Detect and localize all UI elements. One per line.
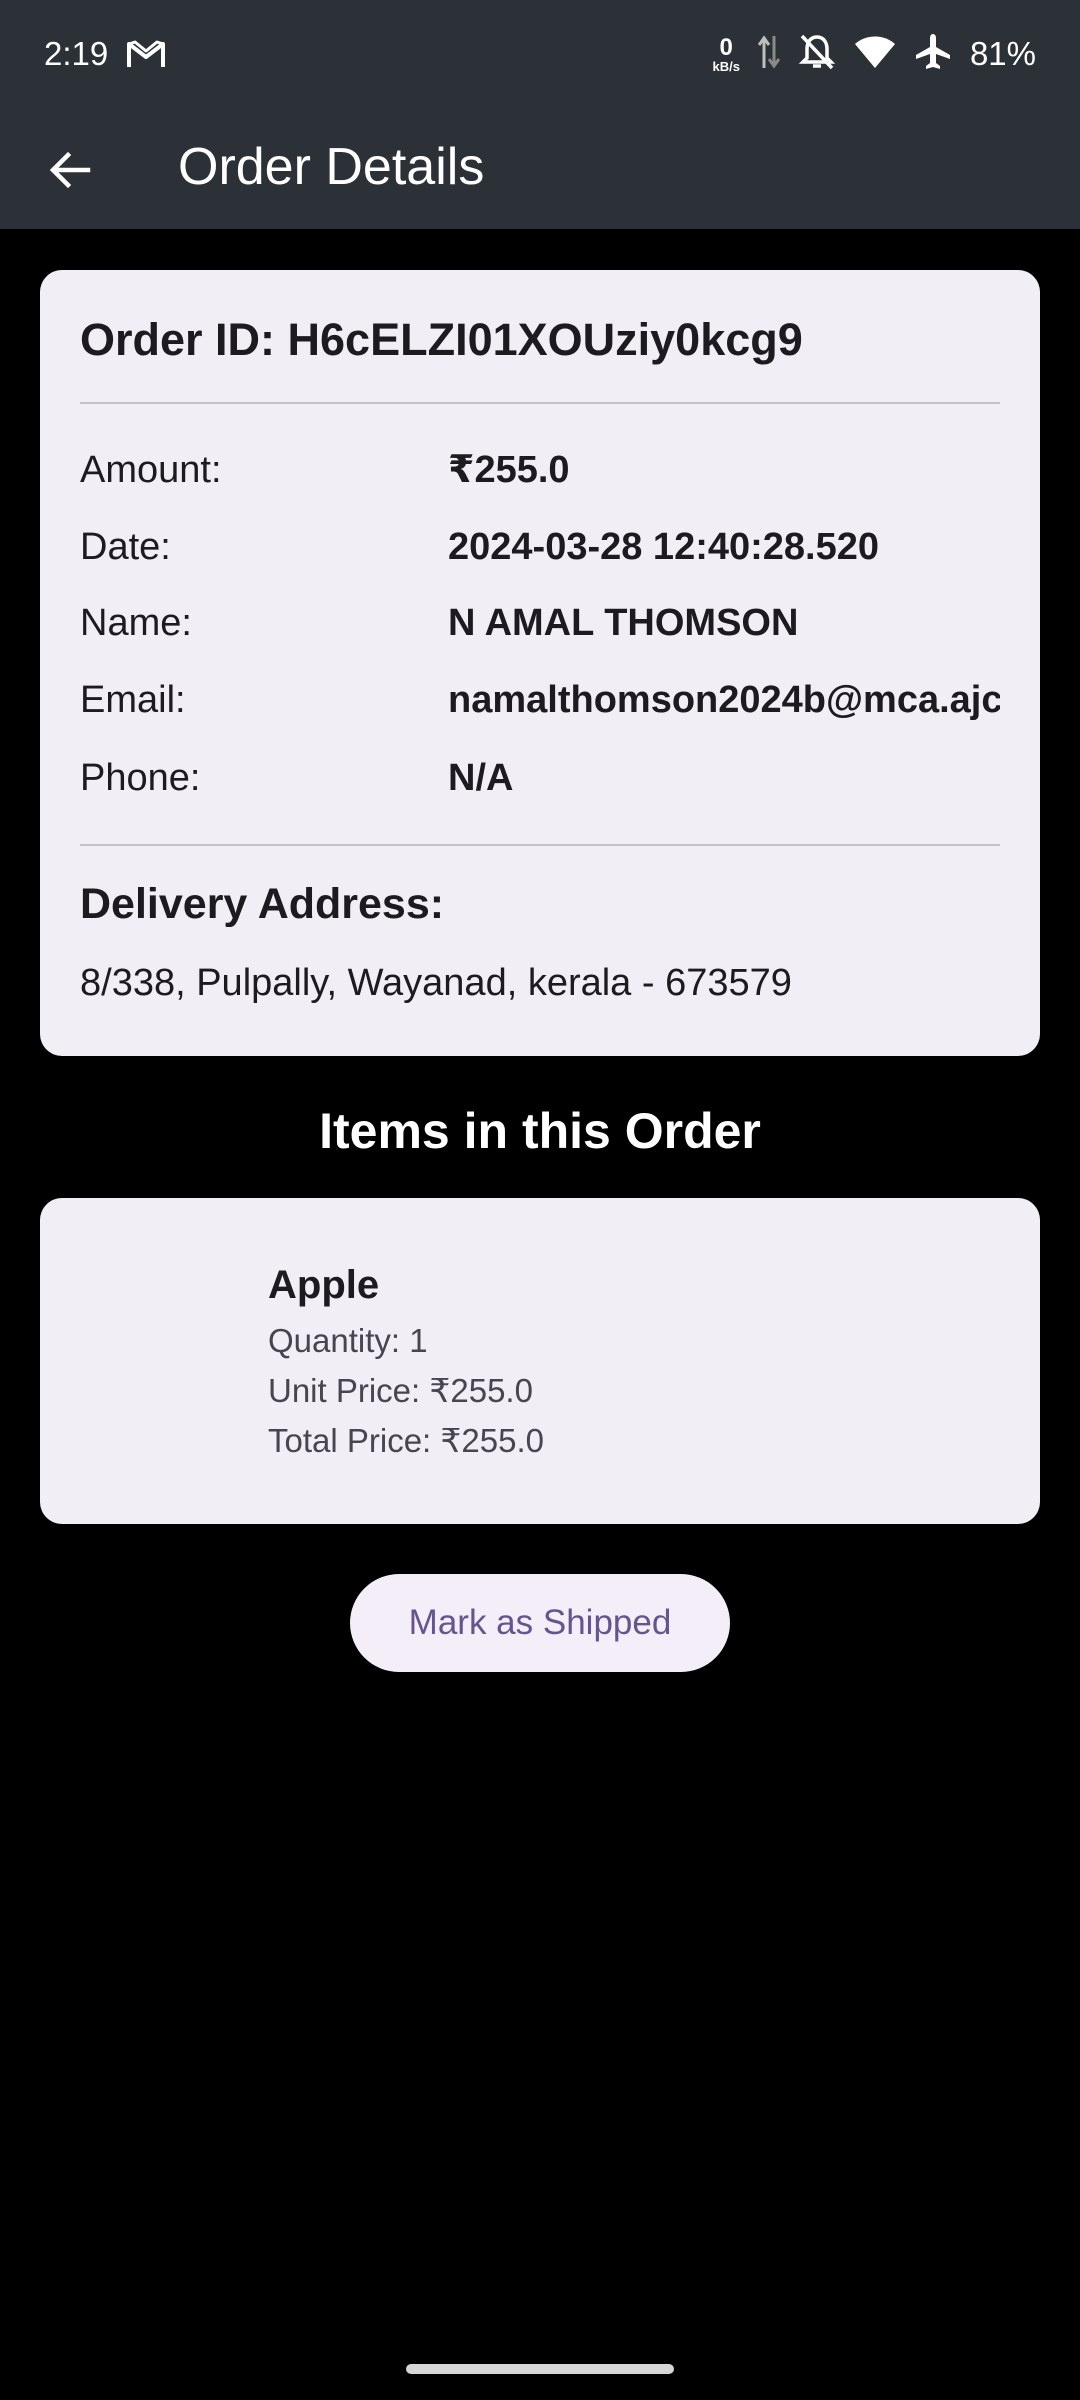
status-bar: 2:19 0 kB/s 81% (0, 0, 1080, 108)
name-row: Name: N AMAL THOMSON (80, 593, 1000, 653)
notifications-off-icon (798, 32, 836, 77)
date-row: Date: 2024-03-28 12:40:28.520 (80, 517, 1000, 577)
network-speed-unit: kB/s (712, 58, 740, 74)
phone-row: Phone: N/A (80, 748, 1000, 808)
data-arrows-icon (757, 32, 781, 77)
delivery-address: 8/338, Pulpally, Wayanad, kerala - 67357… (80, 962, 792, 1004)
wifi-icon (854, 34, 896, 75)
top-app-area: 2:19 0 kB/s 81% Order Details (0, 0, 1080, 229)
item-quantity: Quantity: 1 (268, 1322, 428, 1359)
battery-percentage: 81% (969, 35, 1036, 72)
date-value: 2024-03-28 12:40:28.520 (448, 526, 880, 568)
order-id: Order ID: H6cELZI01XOUziy0kcg9 (80, 314, 803, 365)
back-button[interactable] (30, 130, 110, 210)
gmail-icon (126, 38, 166, 70)
delivery-address-heading: Delivery Address: (80, 880, 445, 928)
items-section-heading: Items in this Order (319, 1103, 761, 1159)
airplane-icon (914, 32, 952, 77)
item-name: Apple (268, 1263, 380, 1307)
home-indicator[interactable] (406, 2364, 674, 2374)
amount-value: ₹255.0 (448, 449, 570, 491)
email-row: Email: namalthomson2024b@mca.ajce.in (80, 670, 1000, 730)
amount-row: Amount: ₹255.0 (80, 440, 1000, 500)
mark-as-shipped-button[interactable]: Mark as Shipped (350, 1574, 730, 1672)
arrow-back-icon (49, 151, 91, 189)
order-item-card: Apple Quantity: 1 Unit Price: ₹255.0 Tot… (40, 1198, 1040, 1524)
divider (80, 844, 1000, 846)
name-value: N AMAL THOMSON (448, 602, 799, 644)
item-unit-price: Unit Price: ₹255.0 (268, 1372, 533, 1409)
phone-value: N/A (448, 757, 514, 799)
order-info-card: Order ID: H6cELZI01XOUziy0kcg9 Amount: ₹… (40, 270, 1040, 1056)
status-icons: 0 kB/s 81% (712, 30, 1036, 78)
network-speed: 0 kB/s (712, 33, 740, 74)
divider (80, 402, 1000, 404)
network-speed-value: 0 (719, 33, 733, 61)
name-label: Name: (80, 602, 192, 644)
email-label: Email: (80, 679, 186, 721)
item-total-price: Total Price: ₹255.0 (268, 1422, 544, 1459)
app-bar: Order Details (0, 108, 1080, 229)
status-time: 2:19 (44, 35, 109, 72)
email-value: namalthomson2024b@mca.ajce.in (448, 679, 1000, 721)
phone-label: Phone: (80, 757, 201, 799)
date-label: Date: (80, 526, 171, 568)
amount-label: Amount: (80, 449, 222, 491)
page-title: Order Details (178, 138, 485, 196)
